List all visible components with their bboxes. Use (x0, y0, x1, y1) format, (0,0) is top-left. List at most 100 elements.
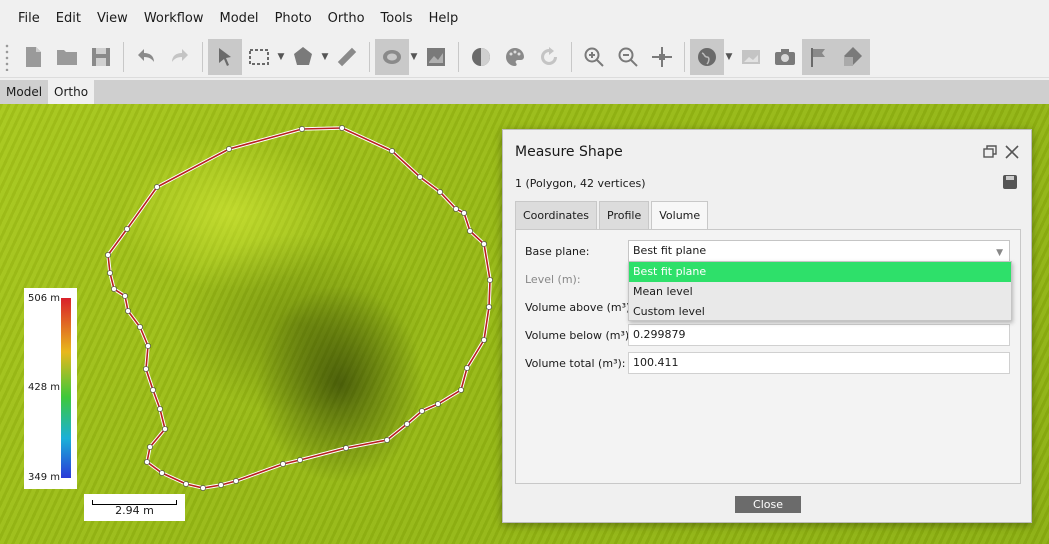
fit-view-icon[interactable] (645, 39, 679, 75)
base-plane-select[interactable]: Best fit plane ▼ (628, 240, 1010, 262)
polygon-vertex[interactable] (481, 241, 487, 247)
dialog-tabs: Coordinates Profile Volume (515, 201, 710, 230)
zoom-in-icon[interactable] (577, 39, 611, 75)
polygon-vertex[interactable] (150, 387, 156, 393)
orthomosaic-icon[interactable] (419, 39, 453, 75)
polygon-vertex[interactable] (458, 387, 464, 393)
polygon-vertex[interactable] (299, 126, 305, 132)
polygon-vertex[interactable] (464, 365, 470, 371)
shapes-icon[interactable] (836, 38, 870, 75)
polygon-vertex[interactable] (467, 228, 473, 234)
tab-profile[interactable]: Profile (599, 201, 650, 230)
contrast-icon[interactable] (464, 39, 498, 75)
polygon-vertex[interactable] (486, 304, 492, 310)
polygon-vertex[interactable] (137, 324, 143, 330)
tab-coordinates[interactable]: Coordinates (515, 201, 598, 230)
polygon-vertex[interactable] (435, 401, 441, 407)
polygon-vertex[interactable] (162, 426, 168, 432)
menu-model[interactable]: Model (212, 11, 267, 26)
polygon-vertex[interactable] (404, 421, 410, 427)
new-file-icon[interactable] (16, 39, 50, 75)
chevron-down-icon[interactable]: ▼ (724, 39, 734, 75)
menu-workflow[interactable]: Workflow (136, 11, 212, 26)
polygon-vertex[interactable] (144, 459, 150, 465)
chevron-down-icon[interactable]: ▼ (276, 39, 286, 75)
polygon-vertex[interactable] (481, 337, 487, 343)
polygon-vertex[interactable] (122, 293, 128, 299)
menu-help[interactable]: Help (421, 11, 467, 26)
chevron-down-icon[interactable]: ▼ (409, 39, 419, 75)
polygon-vertex[interactable] (154, 184, 160, 190)
volume-total-field[interactable]: 100.411 (628, 352, 1010, 374)
open-folder-icon[interactable] (50, 39, 84, 75)
menu-photo[interactable]: Photo (267, 11, 320, 26)
polygon-vertex[interactable] (417, 174, 423, 180)
polygon-vertex[interactable] (226, 146, 232, 152)
polygon-vertex[interactable] (389, 148, 395, 154)
menu-tools[interactable]: Tools (373, 11, 421, 26)
polygon-vertex[interactable] (105, 252, 111, 258)
close-button[interactable]: Close (735, 496, 801, 513)
polygon-vertex[interactable] (233, 478, 239, 484)
rectangle-selection-icon[interactable] (242, 39, 276, 75)
save-icon[interactable] (84, 39, 118, 75)
volume-below-field[interactable]: 0.299879 (628, 324, 1010, 346)
polygon-vertex[interactable] (157, 406, 163, 412)
polygon-vertex[interactable] (124, 226, 130, 232)
camera-icon[interactable] (768, 39, 802, 75)
menu-bar: File Edit View Workflow Model Photo Orth… (0, 0, 1049, 36)
polygon-vertex[interactable] (297, 457, 303, 463)
tab-volume[interactable]: Volume (651, 201, 709, 230)
toolbar-grip-icon[interactable] (4, 42, 10, 71)
menu-file[interactable]: File (10, 11, 48, 26)
save-icon[interactable] (1003, 175, 1017, 189)
polygon-vertex[interactable] (437, 189, 443, 195)
polygon-vertex[interactable] (143, 366, 149, 372)
option-mean-level[interactable]: Mean level (629, 282, 1011, 302)
flag-icon[interactable] (802, 38, 836, 75)
globe-icon[interactable] (690, 38, 724, 75)
polygon-vertex[interactable] (147, 444, 153, 450)
polygon-vertex[interactable] (343, 445, 349, 451)
polygon-vertex[interactable] (200, 485, 206, 491)
option-custom-level[interactable]: Custom level (629, 302, 1011, 322)
refresh-icon[interactable] (532, 39, 566, 75)
polygon-vertex[interactable] (111, 286, 117, 292)
close-icon[interactable] (1003, 143, 1021, 161)
polygon-vertex[interactable] (159, 470, 165, 476)
restore-window-icon[interactable] (981, 143, 999, 161)
level-label: Level (m): (525, 273, 581, 286)
scale-min-label: 349 m (28, 472, 61, 483)
zoom-out-icon[interactable] (611, 39, 645, 75)
chevron-down-icon[interactable]: ▼ (320, 39, 330, 75)
ruler-icon[interactable] (330, 39, 364, 75)
polygon-vertex[interactable] (107, 270, 113, 276)
dem-view-icon[interactable] (375, 38, 409, 75)
draw-polygon-icon[interactable] (286, 39, 320, 75)
palette-icon[interactable] (498, 39, 532, 75)
polygon-vertex[interactable] (145, 343, 151, 349)
polygon-vertex[interactable] (384, 437, 390, 443)
redo-icon[interactable] (163, 39, 197, 75)
polygon-vertex[interactable] (183, 481, 189, 487)
polygon-vertex[interactable] (125, 308, 131, 314)
navigation-cursor-icon[interactable] (208, 38, 242, 75)
tab-ortho[interactable]: Ortho (48, 80, 95, 104)
polygon-vertex[interactable] (280, 461, 286, 467)
polygon-vertex[interactable] (339, 125, 345, 131)
option-best-fit-plane[interactable]: Best fit plane (629, 262, 1011, 282)
polygon-vertex[interactable] (461, 210, 467, 216)
image-icon[interactable] (734, 39, 768, 75)
menu-view[interactable]: View (89, 11, 136, 26)
tab-model[interactable]: Model (0, 80, 48, 104)
polygon-vertex[interactable] (487, 277, 493, 283)
menu-edit[interactable]: Edit (48, 11, 89, 26)
polygon-vertex[interactable] (419, 408, 425, 414)
polygon-vertex[interactable] (218, 482, 224, 488)
menu-ortho[interactable]: Ortho (320, 11, 373, 26)
undo-icon[interactable] (129, 39, 163, 75)
toolbar-separator (202, 41, 203, 72)
polygon-vertex[interactable] (453, 206, 459, 212)
base-plane-label: Base plane: (525, 245, 590, 258)
color-scale-legend: 506 m 428 m 349 m (24, 288, 77, 489)
